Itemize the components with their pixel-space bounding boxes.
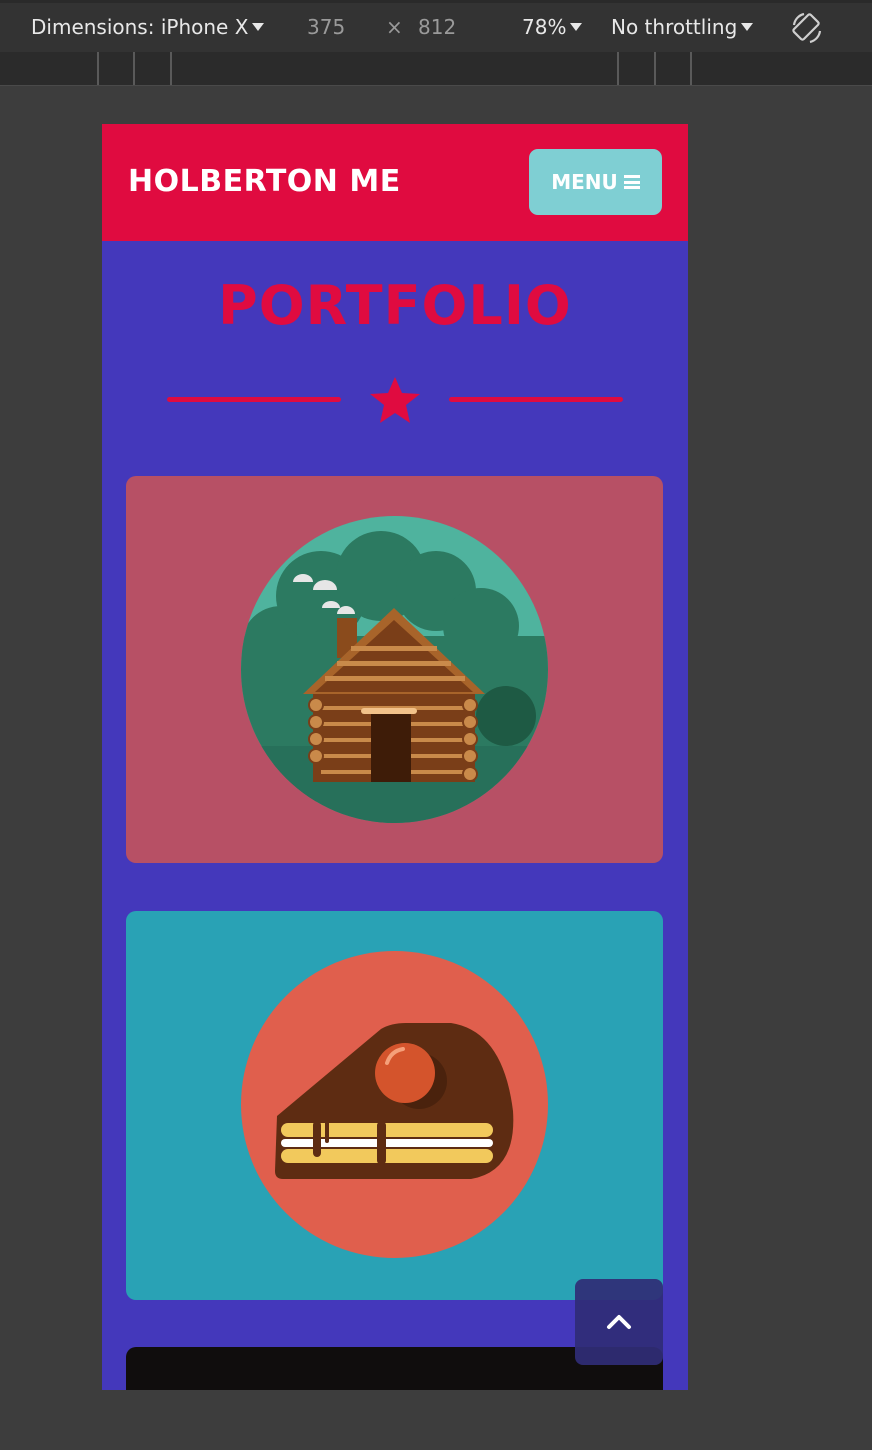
menu-button[interactable]: MENU (529, 149, 662, 215)
device-viewport: HOLBERTON ME MENU PORTFOLIO (102, 124, 688, 1390)
portfolio-card-cabin[interactable] (126, 476, 663, 863)
throttling-dropdown-icon (741, 23, 754, 31)
zoom-label: 78% (522, 15, 567, 39)
star-icon (370, 377, 420, 423)
ruler-tick (97, 52, 99, 85)
log-cabin-illustration (241, 516, 548, 823)
chevron-up-icon (607, 1315, 631, 1329)
ruler-tick (133, 52, 135, 85)
device-dropdown-icon (252, 23, 265, 31)
zoom-dropdown-icon (570, 23, 583, 31)
ruler-tick (690, 52, 692, 85)
zoom-select[interactable]: 78% (522, 15, 583, 39)
site-brand[interactable]: HOLBERTON ME (128, 164, 401, 199)
cake-slice-illustration (241, 951, 548, 1258)
width-input[interactable]: 375 (307, 15, 345, 39)
ruler-tick (170, 52, 172, 85)
portfolio-card-cake[interactable] (126, 911, 663, 1300)
hamburger-icon (623, 175, 640, 189)
ruler-tick (617, 52, 619, 85)
page-title: PORTFOLIO (218, 274, 572, 337)
site-header: HOLBERTON ME MENU (102, 124, 688, 241)
device-select[interactable]: Dimensions: iPhone X (31, 15, 265, 39)
height-input[interactable]: 812 (418, 15, 456, 39)
back-to-top-button[interactable] (575, 1279, 663, 1365)
menu-label: MENU (551, 170, 618, 194)
media-query-ruler (0, 52, 872, 86)
ruler-tick (654, 52, 656, 85)
dimension-times-symbol: × (386, 15, 403, 39)
card-image-edge (374, 1385, 434, 1390)
throttling-select[interactable]: No throttling (611, 15, 754, 39)
rotate-icon[interactable] (790, 11, 824, 45)
device-label: Dimensions: iPhone X (31, 15, 249, 39)
devtools-device-toolbar: Dimensions: iPhone X 375 × 812 78% No th… (0, 0, 872, 52)
throttling-label: No throttling (611, 15, 738, 39)
star-divider (167, 377, 623, 423)
